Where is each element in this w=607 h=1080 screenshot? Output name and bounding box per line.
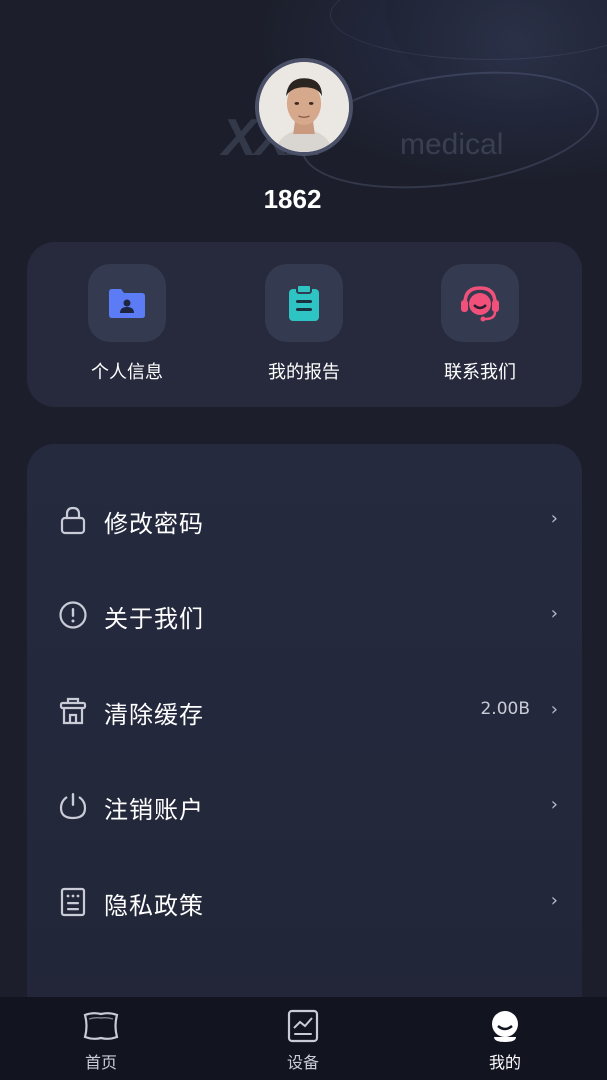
trash-icon bbox=[57, 695, 89, 727]
clipboard-icon bbox=[265, 264, 343, 342]
menu-item-change-password[interactable]: 修改密码 › bbox=[27, 490, 582, 550]
chevron-right-icon: › bbox=[550, 890, 558, 911]
quick-actions-card: 个人信息 我的报告 联系我们 bbox=[27, 242, 582, 407]
brand-logo-text: medical bbox=[400, 128, 504, 161]
tab-mine[interactable]: 我的 bbox=[455, 1009, 555, 1073]
quick-action-contact-us[interactable]: 联系我们 bbox=[405, 264, 555, 384]
person-folder-icon bbox=[88, 264, 166, 342]
menu-item-about-us[interactable]: 关于我们 › bbox=[27, 585, 582, 645]
bottom-tab-bar: 首页 设备 我的 bbox=[0, 997, 607, 1080]
avatar-photo bbox=[259, 62, 349, 152]
menu-item-privacy-policy[interactable]: 隐私政策 › bbox=[27, 872, 582, 932]
headset-icon bbox=[441, 264, 519, 342]
avatar[interactable] bbox=[255, 58, 353, 156]
orbit-decoration bbox=[330, 0, 607, 60]
menu-item-label: 注销账户 bbox=[104, 796, 204, 824]
info-circle-icon bbox=[57, 599, 89, 631]
menu-item-label: 隐私政策 bbox=[104, 892, 204, 920]
quick-action-label: 个人信息 bbox=[91, 362, 163, 383]
chart-device-icon bbox=[287, 1009, 319, 1043]
settings-menu-card: 修改密码 › 关于我们 › 清除缓存 2.00B › 注销账户 › 隐私政策 › bbox=[27, 444, 582, 1024]
chevron-right-icon: › bbox=[550, 699, 558, 720]
lock-icon bbox=[57, 504, 89, 536]
tab-label: 我的 bbox=[488, 1053, 521, 1072]
tab-label: 设备 bbox=[286, 1053, 319, 1072]
tab-device[interactable]: 设备 bbox=[253, 1009, 353, 1073]
profile-face-icon bbox=[492, 1011, 518, 1042]
username: 1862 bbox=[263, 184, 322, 214]
power-icon bbox=[57, 790, 89, 822]
pillow-icon bbox=[83, 1012, 119, 1040]
cache-size-value: 2.00B bbox=[480, 699, 530, 719]
tab-home[interactable]: 首页 bbox=[51, 1009, 151, 1073]
chevron-right-icon: › bbox=[550, 603, 558, 624]
chevron-right-icon: › bbox=[550, 508, 558, 529]
menu-item-clear-cache[interactable]: 清除缓存 2.00B › bbox=[27, 681, 582, 741]
menu-item-delete-account[interactable]: 注销账户 › bbox=[27, 776, 582, 836]
quick-action-label: 我的报告 bbox=[268, 362, 340, 383]
quick-action-personal-info[interactable]: 个人信息 bbox=[52, 264, 202, 384]
menu-item-label: 修改密码 bbox=[104, 510, 204, 538]
document-icon bbox=[57, 886, 89, 918]
menu-item-label: 关于我们 bbox=[104, 605, 204, 633]
tab-label: 首页 bbox=[84, 1053, 117, 1072]
quick-action-my-report[interactable]: 我的报告 bbox=[229, 264, 379, 384]
menu-item-label: 清除缓存 bbox=[104, 701, 204, 729]
chevron-right-icon: › bbox=[550, 794, 558, 815]
quick-action-label: 联系我们 bbox=[444, 362, 516, 383]
